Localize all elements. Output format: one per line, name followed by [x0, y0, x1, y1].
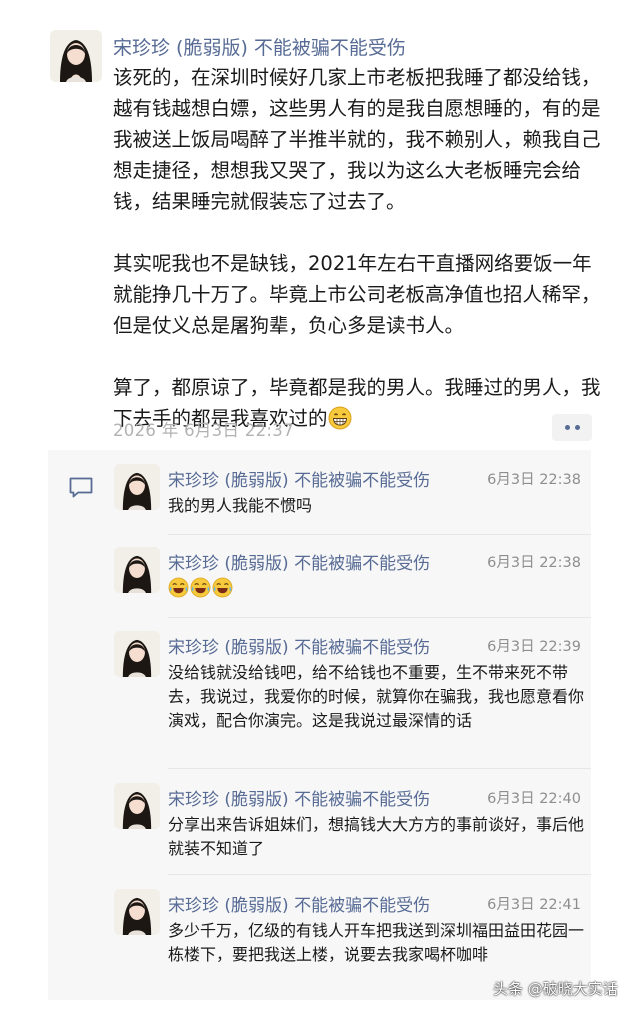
laugh-cry-emoji-icon [212, 577, 233, 598]
comment-item: 宋珍珍 (脆弱版) 不能被骗不能受伤 6月3日 22:40 分享出来告诉姐妹们，… [114, 783, 591, 878]
comment-divider [168, 768, 591, 769]
more-dots-icon [564, 425, 570, 430]
avatar-image [114, 547, 160, 593]
avatar-image [114, 889, 160, 935]
avatar-image [114, 631, 160, 677]
post-paragraph: 该死的，在深圳时候好几家上市老板把我睡了都没给钱，越有钱越想白嫖，这些男人有的是… [113, 66, 601, 213]
comment-time: 6月3日 22:41 [487, 897, 581, 913]
avatar-image [114, 464, 160, 510]
avatar-image [50, 30, 102, 82]
avatar[interactable] [50, 30, 102, 82]
comment-time: 6月3日 22:39 [487, 639, 581, 655]
comment-divider [168, 617, 591, 618]
comment-item: 宋珍珍 (脆弱版) 不能被骗不能受伤 6月3日 22:38 [114, 547, 591, 617]
post-timestamp: 2026 年 6月3日 22:37 [113, 421, 294, 440]
comment-text: 我的男人我能不惯吗 [168, 496, 313, 515]
watermark: 头条 @破晓大实话 [493, 980, 618, 998]
avatar[interactable] [114, 547, 160, 593]
comment-text: 多少千万，亿级的有钱人开车把我送到深圳福田益田花园一栋楼下，要把我送上楼，说要去… [168, 921, 585, 964]
post-author-name[interactable]: 宋珍珍 (脆弱版) 不能被骗不能受伤 [113, 33, 406, 60]
comment-time: 6月3日 22:38 [487, 472, 581, 488]
laugh-cry-emoji-icon [168, 577, 189, 598]
comment-author-name[interactable]: 宋珍珍 (脆弱版) 不能被骗不能受伤 [168, 633, 430, 658]
avatar-image [114, 783, 160, 829]
comment-author-name[interactable]: 宋珍珍 (脆弱版) 不能被骗不能受伤 [168, 785, 430, 810]
grin-emoji-icon [328, 406, 352, 430]
moments-page: 宋珍珍 (脆弱版) 不能被骗不能受伤 该死的，在深圳时候好几家上市老板把我睡了都… [0, 0, 640, 1010]
avatar[interactable] [114, 631, 160, 677]
comment-section: 宋珍珍 (脆弱版) 不能被骗不能受伤 6月3日 22:38 我的男人我能不惯吗 … [48, 450, 591, 1000]
comment-time: 6月3日 22:38 [487, 555, 581, 571]
comment-text: 分享出来告诉姐妹们，想搞钱大大方方的事前谈好，事后他就装不知道了 [168, 815, 585, 858]
avatar[interactable] [114, 889, 160, 935]
comment-item: 宋珍珍 (脆弱版) 不能被骗不能受伤 6月3日 22:38 我的男人我能不惯吗 [114, 464, 591, 534]
comment-text: 没给钱就没给钱吧，给不给钱也不重要，生不带来死不带去，我说过，我爱你的时候，就算… [168, 663, 585, 730]
comment-author-name[interactable]: 宋珍珍 (脆弱版) 不能被骗不能受伤 [168, 549, 430, 574]
comment-time: 6月3日 22:40 [487, 791, 581, 807]
comment-item: 宋珍珍 (脆弱版) 不能被骗不能受伤 6月3日 22:39 没给钱就没给钱吧，给… [114, 631, 591, 771]
comment-emoji-row [168, 577, 585, 601]
comment-icon [69, 477, 93, 498]
comment-author-name[interactable]: 宋珍珍 (脆弱版) 不能被骗不能受伤 [168, 891, 430, 916]
comment-author-name[interactable]: 宋珍珍 (脆弱版) 不能被骗不能受伤 [168, 466, 430, 491]
laugh-cry-emoji-icon [190, 577, 211, 598]
comment-divider [168, 874, 591, 875]
post-body: 该死的，在深圳时候好几家上市老板把我睡了都没给钱，越有钱越想白嫖，这些男人有的是… [113, 62, 603, 434]
post-paragraph: 其实呢我也不是缺钱，2021年左右干直播网络要饭一年就能挣几十万了。毕竟上市公司… [113, 252, 601, 337]
avatar[interactable] [114, 464, 160, 510]
avatar[interactable] [114, 783, 160, 829]
comment-divider [168, 534, 591, 535]
more-button[interactable] [552, 414, 592, 441]
more-dots-icon [574, 425, 580, 430]
